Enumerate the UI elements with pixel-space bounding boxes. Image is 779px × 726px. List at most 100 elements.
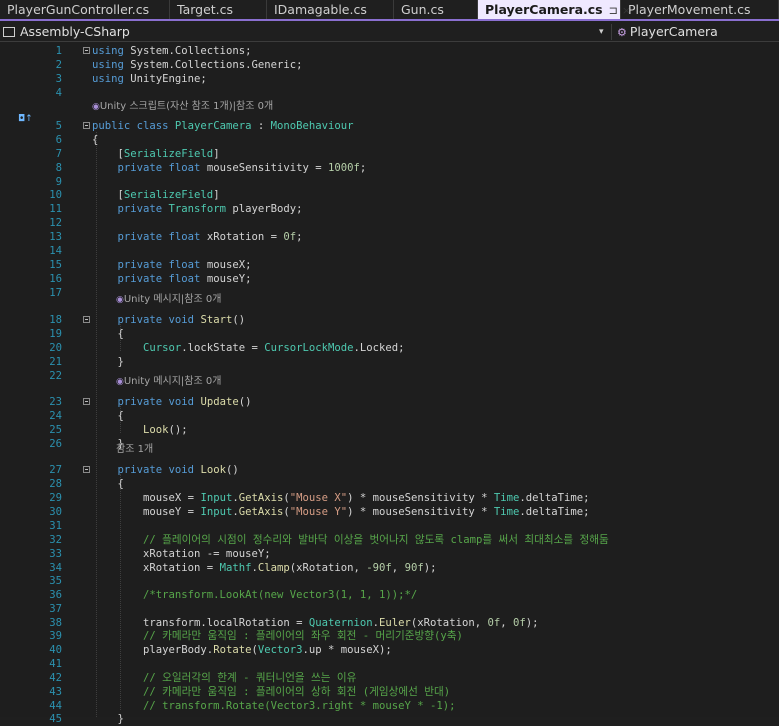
code-line[interactable]: 28 { <box>0 477 779 491</box>
code-token: private void <box>92 396 201 408</box>
code-line[interactable]: 13 private float xRotation = 0f; <box>0 230 779 244</box>
code-line[interactable]: 9 <box>0 175 779 189</box>
code-text: { <box>92 409 124 423</box>
code-line[interactable]: 22 <box>0 369 779 383</box>
line-number: 8 <box>55 162 62 174</box>
code-line[interactable]: 44 // transform.Rotate(Vector3.right * m… <box>0 699 779 713</box>
line-number: 27 <box>49 464 62 476</box>
tab-playermovement[interactable]: PlayerMovement.cs <box>621 0 779 19</box>
code-token: [ <box>92 189 124 201</box>
code-text: using System.Collections; <box>92 44 251 58</box>
code-line[interactable]: 36 /*transform.LookAt(new Vector3(1, 1, … <box>0 588 779 602</box>
code-line[interactable]: 25 Look(); <box>0 423 779 437</box>
code-line[interactable]: 30 mouseY = Input.GetAxis("Mouse Y") * m… <box>0 505 779 519</box>
code-token: // 카메라만 움직임 : 플레이어의 상하 회전 (게임상에선 반대) <box>92 686 451 698</box>
line-number: 33 <box>49 548 62 560</box>
code-line[interactable]: 45 } <box>0 712 779 726</box>
code-line[interactable]: 11 private Transform playerBody; <box>0 202 779 216</box>
code-line[interactable]: 37 <box>0 602 779 616</box>
tab-playerguncontroller[interactable]: PlayerGunController.cs <box>0 0 170 19</box>
code-line[interactable]: 4 <box>0 86 779 100</box>
collapse-icon[interactable] <box>83 47 90 54</box>
code-line[interactable]: 19 { <box>0 327 779 341</box>
code-token: ) * mouseSensitivity * <box>347 506 494 518</box>
code-text: private float xRotation = 0f; <box>92 230 303 244</box>
code-token: private float <box>92 259 201 271</box>
code-line[interactable]: 15 private float mouseX; <box>0 258 779 272</box>
code-text: { <box>92 327 124 341</box>
tab-idamagable[interactable]: IDamagable.cs <box>267 0 394 19</box>
line-number: 29 <box>49 492 62 504</box>
code-line[interactable]: 21 } <box>0 355 779 369</box>
code-line[interactable]: 40 playerBody.Rotate(Vector3.up * mouseX… <box>0 643 779 657</box>
code-line[interactable]: 23 private void Update() <box>0 395 779 409</box>
code-line[interactable]: 43 // 카메라만 움직임 : 플레이어의 상하 회전 (게임상에선 반대) <box>0 685 779 699</box>
code-line[interactable]: 29 mouseX = Input.GetAxis("Mouse X") * m… <box>0 491 779 505</box>
code-line[interactable]: 14 <box>0 244 779 258</box>
tab-gun[interactable]: Gun.cs <box>394 0 478 19</box>
code-token: { <box>92 134 99 146</box>
code-token: private void <box>92 314 201 326</box>
code-token: ; <box>296 231 303 243</box>
code-line[interactable]: 6{ <box>0 133 779 147</box>
code-token: // 오일러각의 한계 - 쿼터니언을 쓰는 이유 <box>92 672 357 684</box>
code-line[interactable]: 41 <box>0 657 779 671</box>
line-number: 2 <box>55 59 62 71</box>
code-text: // 카메라만 움직임 : 플레이어의 좌우 회전 - 머리기준방향(y축) <box>92 629 463 643</box>
code-token: // 카메라만 움직임 : 플레이어의 좌우 회전 - 머리기준방향(y축) <box>92 630 463 642</box>
code-line[interactable]: 26 } <box>0 437 779 451</box>
code-line[interactable]: 17 <box>0 286 779 300</box>
code-line[interactable]: 10 [SerializeField] <box>0 188 779 202</box>
collapse-icon[interactable] <box>83 398 90 405</box>
code-line[interactable]: 24 { <box>0 409 779 423</box>
code-line[interactable]: 1 using System.Collections; <box>0 44 779 58</box>
line-number: 38 <box>49 617 62 629</box>
code-token: Euler <box>379 617 411 629</box>
collapse-icon[interactable] <box>83 122 90 129</box>
code-line[interactable]: 39 // 카메라만 움직임 : 플레이어의 좌우 회전 - 머리기준방향(y축… <box>0 629 779 643</box>
class-label: PlayerCamera <box>629 24 718 39</box>
code-text: mouseY = Input.GetAxis("Mouse Y") * mous… <box>92 505 590 519</box>
code-line[interactable]: 32 // 플레이어의 시점이 정수리와 발바닥 이상을 벗어나지 않도록 cl… <box>0 533 779 547</box>
class-dropdown[interactable]: ⚙ PlayerCamera <box>617 23 718 42</box>
code-line[interactable]: 18 private void Start() <box>0 313 779 327</box>
code-token: , <box>500 617 513 629</box>
code-text: /*transform.LookAt(new Vector3(1, 1, 1))… <box>92 588 417 602</box>
code-line[interactable]: 12 <box>0 216 779 230</box>
code-line[interactable]: 35 <box>0 574 779 588</box>
code-token: ); <box>423 562 437 574</box>
code-line[interactable]: 2 using System.Collections.Generic; <box>0 58 779 72</box>
project-dropdown[interactable]: Assembly-CSharp <box>3 23 130 41</box>
code-line[interactable]: 16 private float mouseY; <box>0 272 779 286</box>
code-line[interactable]: 3 using UnityEngine; <box>0 72 779 86</box>
code-line[interactable]: 31 <box>0 519 779 533</box>
code-text: private void Look() <box>92 463 239 477</box>
line-number: 24 <box>49 410 62 422</box>
code-line[interactable]: 7 [SerializeField] <box>0 147 779 161</box>
navigation-bar: Assembly-CSharp ▾ ⚙ PlayerCamera <box>0 22 779 42</box>
code-line[interactable]: 33 xRotation -= mouseY; <box>0 547 779 561</box>
code-text: [SerializeField] <box>92 188 220 202</box>
collapse-icon[interactable] <box>83 466 90 473</box>
code-token: { <box>92 328 124 340</box>
code-token: System.Collections.Generic; <box>123 59 303 71</box>
code-token: (xRotation, <box>289 562 367 574</box>
code-editor[interactable]: ◘↑ ◉Unity 스크립트(자산 참조 1개)|참조 0개 ◉Unity 메시… <box>0 42 779 725</box>
code-line[interactable]: 20 Cursor.lockState = CursorLockMode.Loc… <box>0 341 779 355</box>
chevron-down-icon[interactable]: ▾ <box>599 24 604 40</box>
tab-target[interactable]: Target.cs <box>170 0 267 19</box>
line-number: 23 <box>49 396 62 408</box>
tab-playercamera[interactable]: PlayerCamera.cs ⊐ × <box>478 0 631 19</box>
code-token: 90f <box>404 562 424 574</box>
code-token: .deltaTime; <box>519 492 590 504</box>
code-line[interactable]: 5 public class PlayerCamera : MonoBehavio… <box>0 119 779 133</box>
code-line[interactable]: 38 transform.localRotation = Quaternion.… <box>0 616 779 630</box>
code-line[interactable]: 34 xRotation = Mathf.Clamp(xRotation, -9… <box>0 561 779 575</box>
code-line[interactable]: 8 private float mouseSensitivity = 1000f… <box>0 161 779 175</box>
code-line[interactable]: 27 private void Look() <box>0 463 779 477</box>
code-token: private <box>92 203 169 215</box>
code-token: "Mouse Y" <box>289 506 348 518</box>
code-line[interactable]: 42 // 오일러각의 한계 - 쿼터니언을 쓰는 이유 <box>0 671 779 685</box>
collapse-icon[interactable] <box>83 316 90 323</box>
pin-icon[interactable]: ⊐ <box>609 4 618 17</box>
